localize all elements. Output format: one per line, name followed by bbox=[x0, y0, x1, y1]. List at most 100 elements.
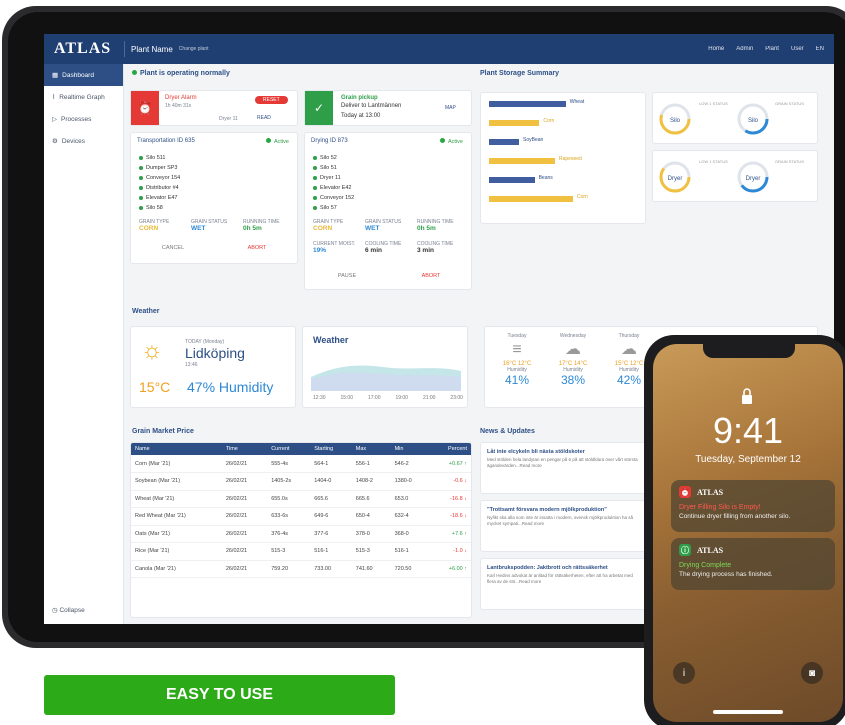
nav-admin[interactable]: Admin bbox=[736, 46, 753, 52]
marketing-stage: ATLAS Plant Name Change plant Home Admin… bbox=[0, 0, 845, 725]
table-cell: 650-4 bbox=[351, 507, 391, 526]
storage-bar-label: SoyBean bbox=[523, 137, 544, 143]
brand-logo[interactable]: ATLAS bbox=[44, 40, 124, 58]
table-cell: 376-4s bbox=[267, 525, 311, 543]
flashlight-icon[interactable]: ⅰ bbox=[673, 662, 695, 684]
kpi-grain-status: GRAIN STATUS WET bbox=[365, 219, 402, 232]
alarm-icon: ⏰ bbox=[679, 486, 691, 498]
table-cell: 759.20 bbox=[267, 560, 311, 578]
table-cell: 741.60 bbox=[351, 560, 391, 578]
table-cell: 26/02/21 bbox=[221, 472, 268, 491]
change-plant-link[interactable]: Change plant bbox=[179, 46, 209, 52]
news-item[interactable]: "Trottsamt försvara modern mjölkprodukti… bbox=[480, 500, 646, 552]
sidebar-item-label: Processes bbox=[61, 115, 92, 123]
route-step: Elevator E42 bbox=[313, 183, 354, 193]
grain-pickup-card[interactable]: ✓ Grain pickup Deliver to Lantmännen Tod… bbox=[304, 90, 472, 126]
table-cell: 649-6 bbox=[310, 507, 352, 526]
fog-icon: ≡ bbox=[512, 341, 522, 358]
pause-button[interactable]: PAUSE bbox=[305, 273, 389, 279]
nav-user[interactable]: User bbox=[791, 46, 804, 52]
alarm-title: Dryer Alarm bbox=[165, 95, 197, 101]
table-cell: 1404-0 bbox=[310, 472, 352, 491]
gauge-label: Silo bbox=[670, 118, 681, 124]
sidebar-item-dashboard[interactable]: ▦ Dashboard bbox=[44, 64, 123, 86]
sidebar-item-processes[interactable]: ▷ Processes bbox=[44, 108, 123, 130]
city-name: Lidköping bbox=[185, 345, 245, 361]
table-cell: 733.00 bbox=[310, 560, 352, 578]
gauge-label: Dryer bbox=[746, 176, 761, 182]
dryer-gauges: Dryer Dryer LOW 1 STATUS GRAIN STATUS bbox=[659, 159, 804, 193]
news-item-body: Karl Hedins advokat är anlitad för rätts… bbox=[487, 573, 633, 584]
notification-drying-complete[interactable]: ⓘ ATLAS Drying Complete The drying proce… bbox=[671, 538, 835, 590]
sun-icon: ☼ bbox=[141, 337, 163, 364]
table-cell: 632-4 bbox=[390, 507, 430, 526]
sidebar-item-devices[interactable]: ⚙ Devices bbox=[44, 130, 123, 152]
news-item[interactable]: Låt inte elcykeln bli nästa stöldskoter … bbox=[480, 442, 646, 494]
col-name: Name bbox=[131, 443, 222, 455]
table-row: Wheat (Mar '21) 26/02/21 655.0s 665.6 665.6 6… bbox=[131, 490, 471, 508]
home-indicator[interactable] bbox=[713, 710, 783, 714]
storage-bar-label: Corn bbox=[543, 118, 555, 124]
storage-bar bbox=[489, 196, 573, 202]
read-button[interactable]: READ bbox=[257, 115, 271, 121]
table-cell: Soybean (Mar '21) bbox=[131, 472, 222, 491]
news-item-body: Nyfikt ska alla som inte är insatta i mo… bbox=[487, 515, 634, 526]
storage-title: Plant Storage Summary bbox=[480, 70, 559, 77]
alarm-icon: ⏰ bbox=[131, 91, 159, 125]
table-cell: Rice (Mar '21) bbox=[131, 542, 222, 561]
table-cell: 26/02/21 bbox=[221, 542, 268, 561]
sidebar-item-label: Devices bbox=[61, 137, 85, 145]
news-item[interactable]: Lantbrukspodden: Jaktbrott och rättssäke… bbox=[480, 558, 646, 610]
dryer-alarm-card[interactable]: ⏰ Dryer Alarm 1h 40m 31s RESET Dryer 11 … bbox=[130, 90, 298, 126]
notification-silo-empty[interactable]: ⏰ ATLAS Dryer Filling Silo is Empty! Con… bbox=[671, 480, 835, 532]
gauge-left-label: LOW 1 STATUS bbox=[699, 159, 728, 164]
abort-button[interactable]: ABORT bbox=[389, 273, 473, 279]
cancel-button[interactable]: CANCEL bbox=[131, 245, 215, 251]
drying-route: Silo 52 Silo 51 Dryer 11 Elevator E42 Co… bbox=[313, 153, 354, 213]
gauge-right-label: GRAIN STATUS bbox=[775, 101, 804, 106]
kpi-grain-type: GRAIN TYPE CORN bbox=[313, 219, 344, 232]
plant-selector[interactable]: Plant Name Change plant bbox=[124, 41, 209, 57]
abort-button[interactable]: ABORT bbox=[215, 245, 299, 251]
table-cell: 633-6s bbox=[267, 507, 311, 526]
col-max: Max bbox=[351, 443, 391, 455]
graph-time-axis: 12:30 15:00 17:00 19:00 21:00 23:00 bbox=[313, 395, 463, 401]
table-cell: 516-1 bbox=[310, 542, 352, 561]
table-cell: 555-4s bbox=[267, 455, 311, 473]
storage-bar bbox=[489, 139, 519, 145]
table-cell: 516-1 bbox=[390, 542, 430, 561]
lock-icon bbox=[742, 388, 752, 404]
table-cell: 368-0 bbox=[390, 525, 430, 543]
table-cell: 26/02/21 bbox=[221, 560, 268, 578]
camera-icon[interactable]: ◙ bbox=[801, 662, 823, 684]
nav-plant[interactable]: Plant bbox=[765, 46, 779, 52]
weather-today-card: ☼ TODAY (Monday) Lidköping 13:46 15°C 47… bbox=[130, 326, 296, 408]
table-cell: 1380-0 bbox=[390, 472, 430, 491]
easy-to-use-button[interactable]: EASY TO USE bbox=[44, 675, 395, 715]
table-row: Red Wheat (Mar '21) 26/02/21 633-6s 649-6 65… bbox=[131, 507, 471, 526]
table-row: Canola (Mar '21) 26/02/21 759.20 733.00 741.… bbox=[131, 560, 471, 578]
reset-button[interactable]: RESET bbox=[255, 96, 288, 104]
table-cell: Red Wheat (Mar '21) bbox=[131, 507, 222, 526]
alarm-ago: 1h 40m 31s bbox=[165, 103, 192, 109]
partly-cloudy-icon: ☁ bbox=[565, 341, 581, 358]
table-cell: 515-3 bbox=[351, 542, 391, 561]
news-item-title: "Trottsamt försvara modern mjölkprodukti… bbox=[487, 507, 607, 513]
col-percent: Percent bbox=[429, 443, 471, 455]
map-button[interactable]: MAP bbox=[445, 105, 456, 111]
route-step: Silo 511 bbox=[139, 153, 180, 163]
lockscreen-date: Tuesday, September 12 bbox=[695, 454, 801, 465]
table-row: Corn (Mar '21) 26/02/21 555-4s 564-1 556-1 54… bbox=[131, 455, 471, 473]
route-step: Conveyor 152 bbox=[313, 193, 354, 203]
route-step: Dumper SP3 bbox=[139, 163, 180, 173]
collapse-button[interactable]: ◷ Collapse bbox=[52, 606, 85, 614]
table-cell: 556-1 bbox=[351, 455, 391, 473]
sidebar-item-realtime-graph[interactable]: ⌇ Realtime Graph bbox=[44, 86, 123, 108]
table-cell: 665.6 bbox=[351, 490, 391, 508]
pickup-title: Grain pickup bbox=[341, 95, 378, 101]
nav-language[interactable]: EN bbox=[816, 46, 824, 52]
nav-home[interactable]: Home bbox=[708, 46, 724, 52]
silo-gauge-card: Silo Silo LOW 1 STATUS GRAIN STATUS bbox=[652, 92, 818, 144]
notification-app: ⓘ ATLAS bbox=[679, 544, 724, 556]
notification-body: Continue dryer filling from another silo… bbox=[679, 513, 791, 520]
